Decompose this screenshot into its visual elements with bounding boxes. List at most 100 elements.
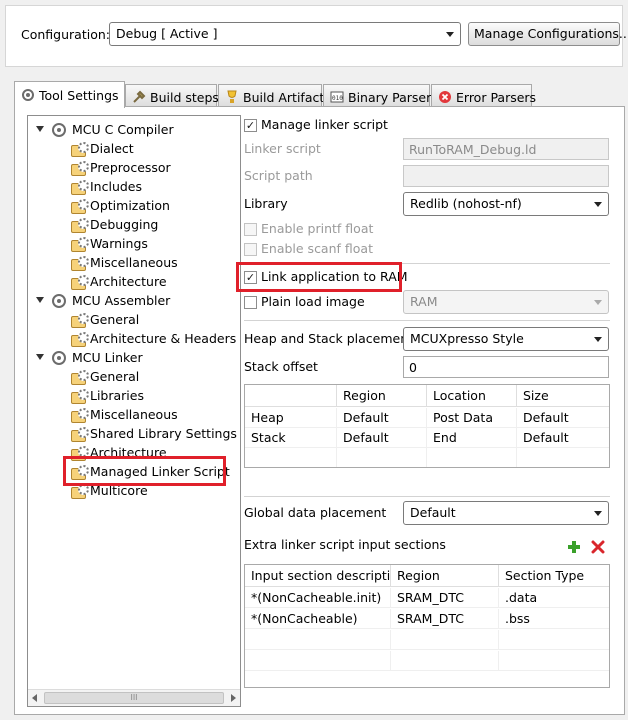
tree-item-shared-library-settings[interactable]: Shared Library Settings: [70, 424, 237, 443]
chevron-down-icon: [594, 511, 602, 516]
tree-label: Architecture & Headers: [90, 331, 237, 346]
collapse-icon[interactable]: [36, 126, 44, 132]
table-cell[interactable]: *(NonCacheable.init): [245, 588, 391, 608]
configuration-value: Debug [ Active ]: [116, 26, 218, 41]
table-cell: [245, 651, 391, 671]
gear-icon: [52, 122, 66, 137]
tree-label: Shared Library Settings: [90, 426, 237, 441]
collapse-icon[interactable]: [36, 297, 44, 303]
table-cell[interactable]: SRAM_DTC: [391, 588, 499, 608]
tree-horizontal-scrollbar[interactable]: III: [28, 689, 240, 706]
table-header: Size: [517, 385, 609, 407]
add-icon[interactable]: [567, 540, 581, 554]
table-cell: [427, 448, 517, 467]
table-header[interactable]: Section Type: [499, 565, 609, 587]
tab-binary-parsers[interactable]: 010 Binary Parsers: [323, 84, 438, 106]
gear-icon: [22, 89, 34, 101]
gear-icon: [52, 350, 66, 365]
svg-text:010: 010: [332, 95, 343, 102]
tree-item-linker-general[interactable]: General: [70, 367, 139, 386]
scroll-left-icon[interactable]: [32, 694, 37, 702]
tree-item-libraries[interactable]: Libraries: [70, 386, 144, 405]
table-cell[interactable]: Default: [517, 428, 609, 448]
tree-item-includes[interactable]: Includes: [70, 177, 142, 196]
tree-item-linker-miscellaneous[interactable]: Miscellaneous: [70, 405, 178, 424]
settings-folder-icon: [70, 369, 89, 385]
settings-folder-icon: [70, 198, 89, 214]
tree-item-debugging[interactable]: Debugging: [70, 215, 158, 234]
collapse-icon[interactable]: [36, 354, 44, 360]
tree-item-dialect[interactable]: Dialect: [70, 139, 134, 158]
build-steps-icon: [133, 90, 146, 103]
tree-label: Warnings: [90, 236, 148, 251]
manage-configurations-button[interactable]: Manage Configurations...: [468, 22, 628, 46]
manage-linker-script-checkbox[interactable]: ✓: [244, 119, 257, 132]
table-cell[interactable]: *(NonCacheable): [245, 609, 391, 629]
script-path-label: Script path: [244, 168, 313, 183]
build-artifact-icon: [227, 90, 237, 103]
tree-item-miscellaneous[interactable]: Miscellaneous: [70, 253, 178, 272]
global-data-placement-label: Global data placement: [244, 505, 387, 520]
tree-label: Dialect: [90, 141, 134, 156]
table-cell[interactable]: Default: [337, 408, 427, 428]
global-data-placement-select[interactable]: Default: [403, 501, 609, 525]
heap-stack-placement-value: MCUXpresso Style: [410, 331, 524, 346]
table-header: Location: [427, 385, 517, 407]
table-cell[interactable]: End: [427, 428, 517, 448]
table-cell[interactable]: .data: [499, 588, 609, 608]
tab-tool-settings[interactable]: Tool Settings: [14, 81, 125, 108]
table-cell[interactable]: SRAM_DTC: [391, 609, 499, 629]
table-cell: [337, 448, 427, 467]
tree-item-architecture[interactable]: Architecture: [70, 272, 167, 291]
table-cell: [499, 630, 609, 650]
plain-load-image-select: RAM: [403, 290, 609, 314]
library-label: Library: [244, 196, 288, 211]
settings-folder-icon: [70, 236, 89, 252]
tree-item-optimization[interactable]: Optimization: [70, 196, 170, 215]
script-path-field: [403, 165, 609, 187]
table-cell: Heap: [245, 408, 337, 428]
settings-folder-icon: [70, 388, 89, 404]
tab-build-steps[interactable]: Build steps: [125, 84, 219, 106]
tab-build-artifact[interactable]: Build Artifact: [218, 84, 324, 106]
plain-load-image-checkbox[interactable]: [244, 296, 257, 309]
settings-folder-icon: [70, 160, 89, 176]
tree-label: MCU Linker: [72, 350, 143, 365]
chevron-down-icon: [446, 32, 454, 37]
tree-label: Preprocessor: [90, 160, 171, 175]
table-cell[interactable]: Default: [337, 428, 427, 448]
stack-offset-field[interactable]: 0: [403, 356, 609, 378]
heap-stack-placement-select[interactable]: MCUXpresso Style: [403, 327, 609, 351]
tree-item-warnings[interactable]: Warnings: [70, 234, 148, 253]
tree-label: Optimization: [90, 198, 170, 213]
settings-folder-icon: [70, 274, 89, 290]
tab-error-parsers[interactable]: Error Parsers: [431, 84, 536, 106]
tree-item-mcu-c-compiler[interactable]: MCU C Compiler: [52, 120, 174, 139]
remove-icon[interactable]: [591, 540, 605, 554]
table-cell[interactable]: .bss: [499, 609, 609, 629]
settings-tree: MCU C Compiler Dialect Preprocessor Incl…: [27, 115, 241, 707]
tree-label: Architecture: [90, 274, 167, 289]
scroll-right-icon[interactable]: [231, 694, 236, 702]
table-header[interactable]: Region: [391, 565, 499, 587]
table-cell[interactable]: Default: [517, 408, 609, 428]
table-cell[interactable]: Post Data: [427, 408, 517, 428]
settings-folder-icon: [70, 312, 89, 328]
tree-item-general[interactable]: General: [70, 310, 139, 329]
table-header[interactable]: Input section descripti...: [245, 565, 402, 587]
plain-load-image-value: RAM: [410, 294, 438, 309]
tree-item-mcu-assembler[interactable]: MCU Assembler: [52, 291, 170, 310]
library-select[interactable]: Redlib (nohost-nf): [403, 192, 609, 216]
table-cell: [245, 630, 391, 650]
enable-printf-float-label: Enable printf float: [261, 221, 374, 236]
tree-item-preprocessor[interactable]: Preprocessor: [70, 158, 171, 177]
tree-item-architecture-headers[interactable]: Architecture & Headers: [70, 329, 236, 348]
tree-label: General: [90, 369, 140, 384]
plain-load-image-label: Plain load image: [261, 294, 365, 309]
linker-script-label: Linker script: [244, 141, 321, 156]
scrollbar-thumb[interactable]: III: [44, 692, 224, 704]
error-parser-icon: [439, 91, 451, 103]
tree-label: MCU C Compiler: [72, 122, 174, 137]
tree-item-mcu-linker[interactable]: MCU Linker: [52, 348, 143, 367]
configuration-select[interactable]: Debug [ Active ]: [109, 22, 461, 46]
